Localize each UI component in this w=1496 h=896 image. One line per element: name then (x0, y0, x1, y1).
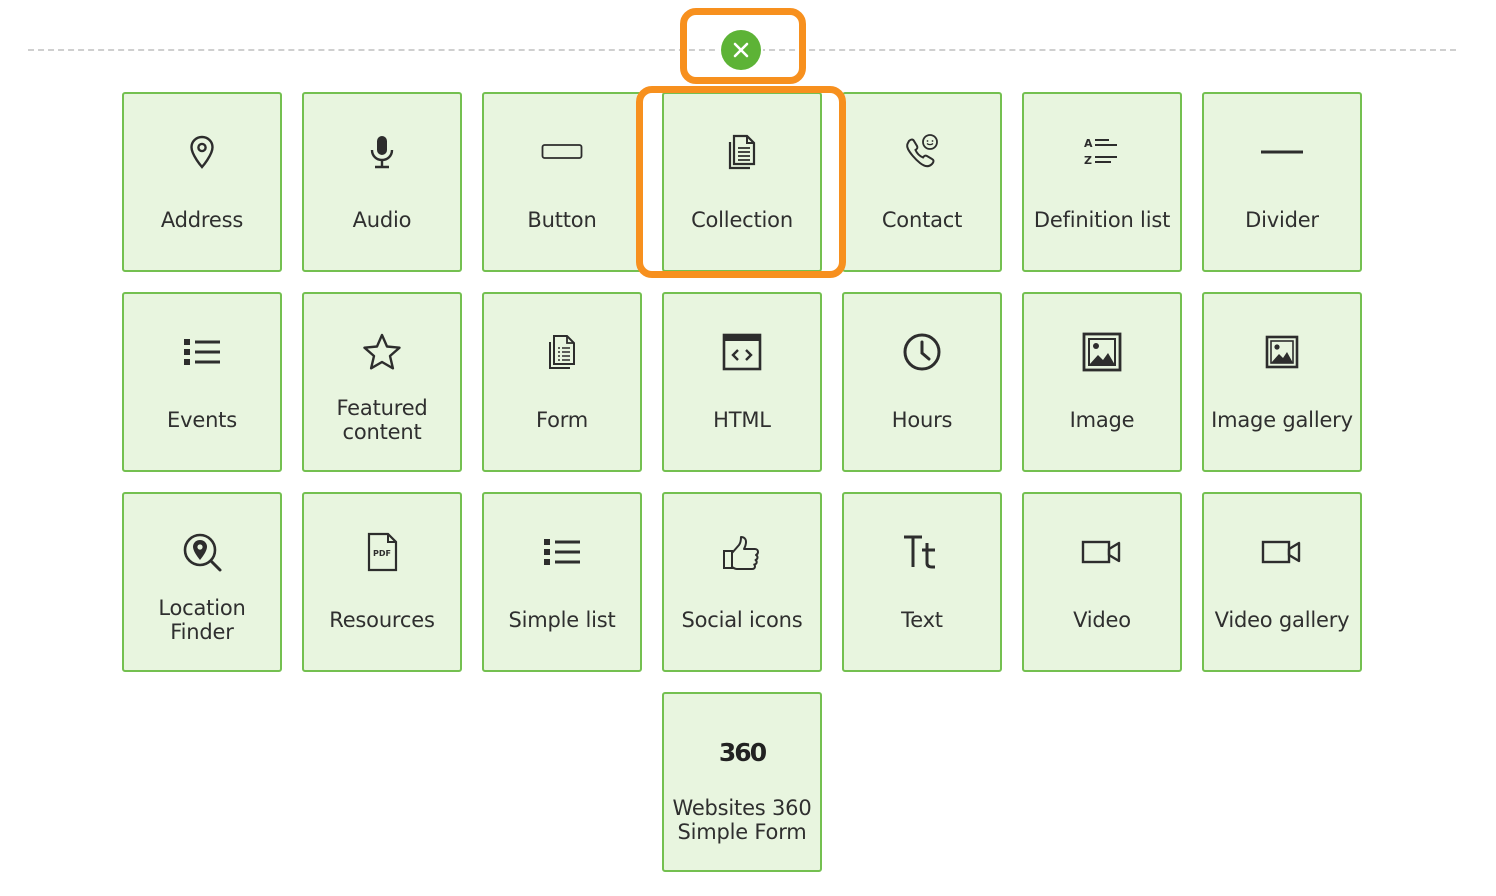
tile-divider[interactable]: Divider (1202, 92, 1362, 272)
tile-text[interactable]: Text (842, 492, 1002, 672)
tile-label: Resources (329, 608, 435, 632)
tile-label: Video (1073, 608, 1131, 632)
clock-icon (900, 330, 944, 374)
tile-events[interactable]: Events (122, 292, 282, 472)
phone-chat-icon (900, 130, 944, 174)
definition-list-icon: AZ (1080, 130, 1124, 174)
tile-button[interactable]: Button (482, 92, 642, 272)
svg-text:A: A (1084, 137, 1093, 150)
documents-icon (720, 130, 764, 174)
tile-label: Hours (891, 408, 953, 432)
tile-label: Simple list (508, 608, 616, 632)
tile-address[interactable]: Address (122, 92, 282, 272)
tile-audio[interactable]: Audio (302, 92, 462, 272)
svg-text:PDF: PDF (373, 549, 391, 558)
tile-label: Video gallery (1214, 608, 1350, 632)
tile-label: Form (535, 408, 589, 432)
tile-form[interactable]: Form (482, 292, 642, 472)
tile-definition-list[interactable]: AZ Definition list (1022, 92, 1182, 272)
tile-simple-list[interactable]: Simple list (482, 492, 642, 672)
tile-label: Location Finder (158, 596, 246, 644)
form-document-icon (540, 330, 584, 374)
svg-text:Z: Z (1084, 154, 1092, 167)
tile-label: Text (901, 608, 943, 632)
tile-resources[interactable]: PDF Resources (302, 492, 462, 672)
star-icon (360, 330, 404, 374)
tile-video[interactable]: Video (1022, 492, 1182, 672)
video-camera-icon (1080, 530, 1124, 574)
tile-label: Divider (1245, 208, 1319, 232)
microphone-icon (360, 130, 404, 174)
close-icon (733, 42, 749, 58)
tile-websites-360-simple-form[interactable]: 360 Websites 360 Simple Form (662, 692, 822, 872)
tile-label: Audio (352, 208, 412, 232)
tile-video-gallery[interactable]: Video gallery (1202, 492, 1362, 672)
close-button[interactable] (721, 30, 761, 70)
tile-contact[interactable]: Contact (842, 92, 1002, 272)
tile-label: HTML (713, 408, 771, 432)
location-search-icon (180, 530, 224, 574)
tile-label: Contact (881, 208, 963, 232)
button-rect-icon (540, 130, 584, 174)
tile-label: Featured content (336, 396, 428, 444)
tile-label: Button (527, 208, 597, 232)
image-small-icon (1260, 330, 1304, 374)
tile-social-icons[interactable]: Social icons (662, 492, 822, 672)
close-button-wrapper (719, 28, 763, 72)
tile-label: Address (160, 208, 244, 232)
tile-hours[interactable]: Hours (842, 292, 1002, 472)
code-window-icon (720, 330, 764, 374)
image-icon (1080, 330, 1124, 374)
bullet-list-icon (540, 530, 584, 574)
tile-location-finder[interactable]: Location Finder (122, 492, 282, 672)
tile-html[interactable]: HTML (662, 292, 822, 472)
tile-featured-content[interactable]: Featured content (302, 292, 462, 472)
tile-label: Image (1069, 408, 1135, 432)
tile-image-gallery[interactable]: Image gallery (1202, 292, 1362, 472)
tile-label: Websites 360 Simple Form (672, 796, 812, 844)
tile-label: Collection (691, 208, 793, 232)
map-pin-icon (180, 130, 224, 174)
text-type-icon (900, 530, 944, 574)
tile-label: Definition list (1033, 208, 1171, 232)
pdf-file-icon: PDF (360, 530, 404, 574)
tile-label: Events (167, 408, 237, 432)
bullet-list-icon (180, 330, 224, 374)
tile-image[interactable]: Image (1022, 292, 1182, 472)
tile-label: Image gallery (1211, 408, 1353, 432)
tile-collection[interactable]: Collection (662, 92, 822, 272)
horizontal-line-icon (1260, 130, 1304, 174)
tile-label: Social icons (681, 608, 803, 632)
video-camera-icon (1260, 530, 1304, 574)
websites-360-logo-icon: 360 (718, 737, 767, 767)
thumbs-up-icon (720, 530, 764, 574)
